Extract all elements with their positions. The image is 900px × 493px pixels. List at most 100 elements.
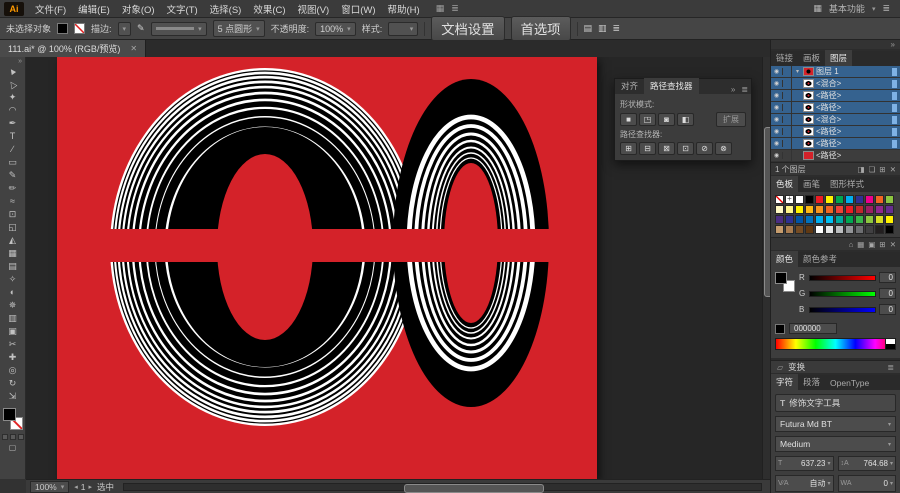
touch-type-tool-button[interactable]: T 修饰文字工具 <box>775 394 896 412</box>
layer-label[interactable]: <路径> <box>816 150 841 161</box>
menu-item-2[interactable]: 对象(O) <box>116 0 161 18</box>
swatch-22[interactable] <box>875 205 884 214</box>
swatch-30[interactable] <box>835 215 844 224</box>
layer-label[interactable]: <路径> <box>816 138 841 149</box>
lock-cell[interactable] <box>785 90 792 101</box>
swatch-42[interactable] <box>835 225 844 234</box>
lock-cell[interactable] <box>785 102 792 113</box>
lock-cell[interactable] <box>785 114 792 125</box>
intersect-icon[interactable]: ◙ <box>658 113 675 126</box>
stroke-swatch[interactable] <box>74 23 86 34</box>
width-profile-dropdown[interactable]: ▾ <box>150 21 207 36</box>
swatch-7[interactable] <box>845 195 854 204</box>
swatch-8[interactable] <box>855 195 864 204</box>
workspace-grid-icon[interactable]: ▦ <box>813 3 822 14</box>
black-white-ramp[interactable] <box>885 339 895 349</box>
fill-swatch[interactable] <box>57 23 69 34</box>
swatch-11[interactable] <box>885 195 894 204</box>
menu-item-3[interactable]: 文字(T) <box>161 0 204 18</box>
font-family-dropdown[interactable]: Futura Md BT ▾ <box>775 416 896 432</box>
eye-icon[interactable]: ◉ <box>771 140 783 147</box>
merge-icon[interactable]: ⊠ <box>658 142 675 155</box>
swatch-35[interactable] <box>885 215 894 224</box>
channel-value-R[interactable]: 0 <box>879 272 896 283</box>
slider-track-B[interactable] <box>809 306 876 313</box>
swatch-44[interactable] <box>855 225 864 234</box>
magic-wand-tool[interactable]: ✦ <box>2 91 24 104</box>
minus-back-icon[interactable]: ⊗ <box>715 142 732 155</box>
pen-tool[interactable]: ✒ <box>2 117 24 130</box>
swatch-21[interactable] <box>865 205 874 214</box>
delete-swatch-icon[interactable]: ✕ <box>890 240 896 249</box>
panel-menu-icon[interactable]: ≣ <box>887 363 894 372</box>
color-fill-stroke[interactable] <box>775 272 795 292</box>
pencil-tool[interactable]: ✏ <box>2 182 24 195</box>
app-menu-icon[interactable]: ≣ <box>451 3 459 14</box>
swatch-2[interactable] <box>795 195 804 204</box>
libraries-icon[interactable]: ⌂ <box>849 240 854 249</box>
swatch-12[interactable] <box>775 205 784 214</box>
stepper-icon[interactable]: ▾ <box>827 480 830 487</box>
rotate-tool[interactable]: ↻ <box>2 377 24 390</box>
close-icon[interactable]: ✕ <box>130 44 137 53</box>
menu-item-1[interactable]: 编辑(E) <box>72 0 116 18</box>
stepper-icon[interactable]: ▾ <box>890 460 893 467</box>
slider-track-R[interactable] <box>809 274 876 281</box>
workspace-switcher[interactable]: 基本功能 <box>829 2 865 15</box>
swatch-10[interactable] <box>875 195 884 204</box>
layer-label[interactable]: 图层 1 <box>816 66 839 77</box>
font-style-dropdown[interactable]: Medium ▾ <box>775 436 896 452</box>
zoom-control[interactable]: 100% ▾ <box>30 480 70 493</box>
swatch-0[interactable] <box>775 195 784 204</box>
lock-cell[interactable] <box>785 78 792 89</box>
delete-layer-icon[interactable]: ✕ <box>890 165 896 174</box>
layer-label[interactable]: <混合> <box>816 78 841 89</box>
swatch-37[interactable] <box>785 225 794 234</box>
minus-front-icon[interactable]: ◳ <box>639 113 656 126</box>
swatch-25[interactable] <box>785 215 794 224</box>
swatch-3[interactable] <box>805 195 814 204</box>
tab-graphic-styles[interactable]: 图形样式 <box>825 176 869 192</box>
lock-cell[interactable] <box>785 126 792 137</box>
swatch-41[interactable] <box>825 225 834 234</box>
toolbar-collapse-icon[interactable]: » <box>18 58 22 65</box>
align-panel-icon[interactable]: ▤ <box>584 23 593 34</box>
eye-icon[interactable]: ◉ <box>771 68 783 75</box>
eye-icon[interactable]: ◉ <box>771 152 783 159</box>
swatch-29[interactable] <box>825 215 834 224</box>
make-mask-icon[interactable]: ◨ <box>858 165 865 174</box>
tab-links[interactable]: 链接 <box>771 50 798 66</box>
tab-paragraph[interactable]: 段落 <box>798 374 825 390</box>
swatch-kinds-icon[interactable]: ▦ <box>857 240 864 249</box>
swatch-46[interactable] <box>875 225 884 234</box>
tab-character[interactable]: 字符 <box>771 374 799 390</box>
shape-builder-tool[interactable]: ◱ <box>2 221 24 234</box>
artboard-next-icon[interactable]: ▸ <box>89 483 93 491</box>
style-dropdown[interactable]: ▾ <box>388 21 419 36</box>
layer-row[interactable]: ◉ <路径> <box>771 150 900 162</box>
menu-item-5[interactable]: 效果(C) <box>247 0 291 18</box>
paintbrush-tool[interactable]: ✎ <box>2 169 24 182</box>
opacity-field[interactable]: 100% ▾ <box>315 21 356 36</box>
char-field-tracking[interactable]: WA 0 ▾ <box>837 475 896 492</box>
swatch-13[interactable] <box>785 205 794 214</box>
layer-row[interactable]: ◉ <混合> <box>771 114 900 126</box>
hand-tool[interactable]: ✚ <box>2 351 24 364</box>
horizontal-scrollbar[interactable] <box>123 482 762 493</box>
stepper-icon[interactable]: ▾ <box>827 460 830 467</box>
perspective-grid-tool[interactable]: ◭ <box>2 234 24 247</box>
vertical-scrollbar[interactable] <box>762 57 770 479</box>
preferences-button[interactable]: 首选项 <box>510 16 571 41</box>
artboard-prev-icon[interactable]: ◂ <box>74 483 78 491</box>
artwork-zeros[interactable] <box>52 57 602 479</box>
swatch-45[interactable] <box>865 225 874 234</box>
gradient-mode-icon[interactable] <box>9 434 16 440</box>
tab-color[interactable]: 颜色 <box>771 251 799 267</box>
swatch-34[interactable] <box>875 215 884 224</box>
layer-label[interactable]: <路径> <box>816 90 841 101</box>
swatch-20[interactable] <box>855 205 864 214</box>
new-layer-icon[interactable]: ⊞ <box>879 165 885 174</box>
new-swatch-icon[interactable]: ⊞ <box>879 240 885 249</box>
color-mode-icon[interactable] <box>1 434 8 440</box>
layer-row[interactable]: ◉ ▾ 图层 1 <box>771 66 900 78</box>
